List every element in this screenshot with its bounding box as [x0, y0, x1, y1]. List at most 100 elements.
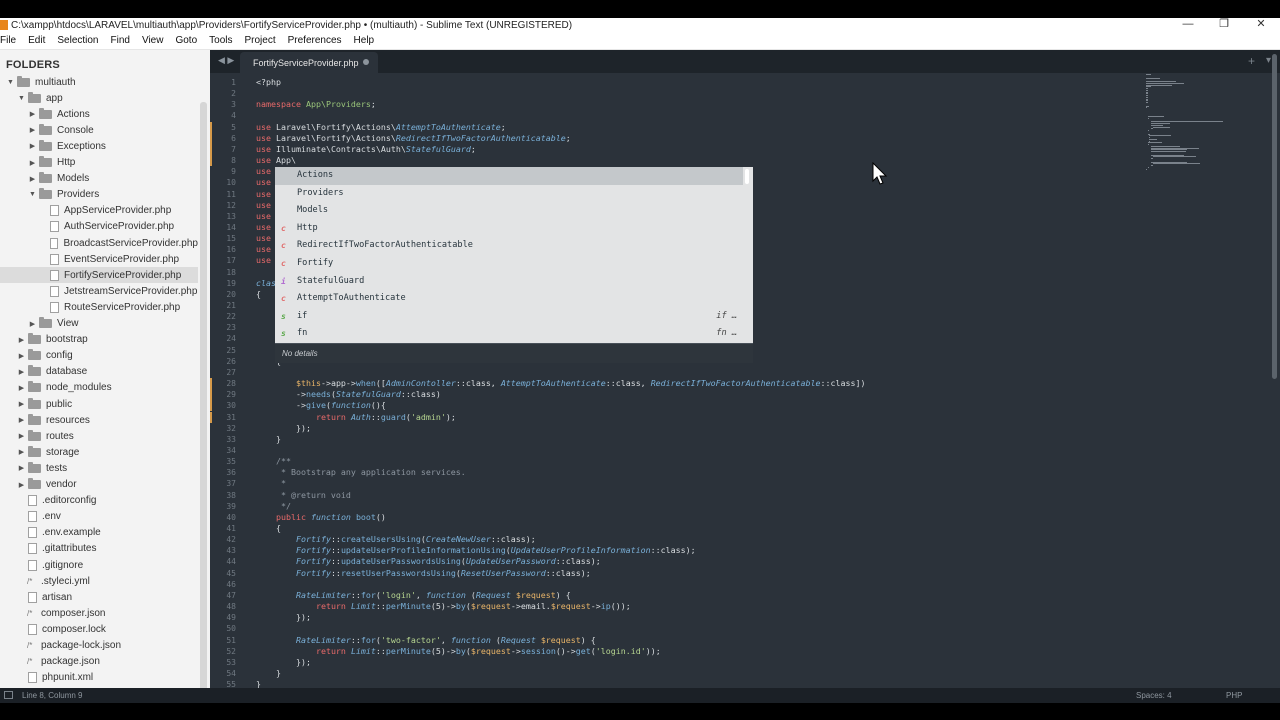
- tab-list-chevron-icon[interactable]: ▾: [1266, 55, 1271, 66]
- code-line[interactable]: }: [256, 679, 261, 688]
- collapsed-arrow-icon[interactable]: ▶: [17, 416, 26, 424]
- code-line[interactable]: public function boot(): [256, 512, 386, 523]
- sidebar-item-phpunit-xml[interactable]: phpunit.xml: [0, 670, 198, 686]
- code-line[interactable]: use App\: [256, 155, 296, 166]
- collapsed-arrow-icon[interactable]: ▶: [17, 448, 26, 456]
- menu-selection[interactable]: Selection: [57, 35, 98, 46]
- sidebar-item-package-lock-json[interactable]: /* package-lock.json: [0, 638, 198, 654]
- code-line[interactable]: use: [256, 222, 271, 233]
- code-line[interactable]: ->give(function(){: [256, 400, 386, 411]
- sidebar-item-appserviceprovider-php[interactable]: AppServiceProvider.php: [0, 203, 198, 219]
- collapsed-arrow-icon[interactable]: ▶: [17, 384, 26, 392]
- sidebar-item-node-modules[interactable]: ▶ node_modules: [0, 380, 198, 396]
- code-line[interactable]: }: [256, 668, 281, 679]
- menu-goto[interactable]: Goto: [175, 35, 197, 46]
- collapsed-arrow-icon[interactable]: ▶: [28, 175, 37, 183]
- code-line[interactable]: });: [256, 657, 311, 668]
- code-line[interactable]: use: [256, 233, 271, 244]
- sidebar-item-view[interactable]: ▶ View: [0, 316, 198, 332]
- code-line[interactable]: Fortify::updateUserPasswordsUsing(Update…: [256, 556, 601, 567]
- sidebar-item-package-json[interactable]: /* package.json: [0, 654, 198, 670]
- code-line[interactable]: <?php: [256, 77, 281, 88]
- code-line[interactable]: return Limit::perMinute(5)->by($request-…: [256, 646, 661, 657]
- code-line[interactable]: /**: [256, 456, 291, 467]
- expanded-arrow-icon[interactable]: ▼: [6, 79, 15, 86]
- code-line[interactable]: use Laravel\Fortify\Actions\RedirectIfTw…: [256, 133, 571, 144]
- close-button[interactable]: ✕: [1243, 18, 1279, 32]
- editor-scrollbar[interactable]: [1272, 54, 1277, 379]
- sidebar-item-styleci-yml[interactable]: /* .styleci.yml: [0, 573, 198, 589]
- sidebar-item-storage[interactable]: ▶ storage: [0, 444, 198, 460]
- code-line[interactable]: RateLimiter::for('login', function (Requ…: [256, 590, 571, 601]
- menu-edit[interactable]: Edit: [28, 35, 45, 46]
- indentation-setting[interactable]: Spaces: 4: [1136, 691, 1172, 700]
- collapsed-arrow-icon[interactable]: ▶: [17, 352, 26, 360]
- sidebar-item-routeserviceprovider-php[interactable]: RouteServiceProvider.php: [0, 299, 198, 315]
- sidebar-scrollbar[interactable]: [200, 102, 207, 688]
- sidebar-item-composer-lock[interactable]: composer.lock: [0, 621, 198, 637]
- code-line[interactable]: use: [256, 211, 271, 222]
- code-line[interactable]: return Auth::guard('admin');: [256, 412, 456, 423]
- menu-project[interactable]: Project: [245, 35, 276, 46]
- collapsed-arrow-icon[interactable]: ▶: [28, 126, 37, 134]
- minimize-button[interactable]: —: [1170, 18, 1206, 32]
- code-line[interactable]: Fortify::updateUserProfileInformationUsi…: [256, 545, 696, 556]
- syntax-selector[interactable]: PHP: [1226, 691, 1242, 700]
- code-line[interactable]: use Illuminate\Contracts\Auth\StatefulGu…: [256, 144, 476, 155]
- sidebar-item-public[interactable]: ▶ public: [0, 396, 198, 412]
- cursor-position[interactable]: Line 8, Column 9: [22, 691, 82, 700]
- code-line[interactable]: use: [256, 189, 271, 200]
- code-line[interactable]: }: [256, 434, 281, 445]
- collapsed-arrow-icon[interactable]: ▶: [28, 320, 37, 328]
- sidebar-item-vendor[interactable]: ▶ vendor: [0, 477, 198, 493]
- collapsed-arrow-icon[interactable]: ▶: [28, 159, 37, 167]
- minimap[interactable]: [1146, 74, 1256, 174]
- sidebar-item-gitignore[interactable]: .gitignore: [0, 557, 198, 573]
- sidebar-item-eventserviceprovider-php[interactable]: EventServiceProvider.php: [0, 251, 198, 267]
- sidebar-item-jetstreamserviceprovider-php[interactable]: JetstreamServiceProvider.php: [0, 283, 198, 299]
- code-line[interactable]: use: [256, 166, 271, 177]
- sidebar-item-database[interactable]: ▶ database: [0, 364, 198, 380]
- sidebar-item-authserviceprovider-php[interactable]: AuthServiceProvider.php: [0, 219, 198, 235]
- sidebar-item-http[interactable]: ▶ Http: [0, 155, 198, 171]
- autocomplete-item[interactable]: i StatefulGuard: [275, 273, 743, 291]
- unsaved-dot-icon[interactable]: [363, 59, 369, 65]
- autocomplete-item[interactable]: s if if …: [275, 308, 743, 326]
- new-tab-plus-icon[interactable]: +: [1248, 54, 1255, 68]
- sidebar-item-models[interactable]: ▶ Models: [0, 171, 198, 187]
- code-line[interactable]: {: [256, 289, 261, 300]
- autocomplete-item[interactable]: Actions: [275, 167, 743, 185]
- code-line[interactable]: {: [256, 523, 281, 534]
- sidebar-item-gitattributes[interactable]: .gitattributes: [0, 541, 198, 557]
- sidebar-item-routes[interactable]: ▶ routes: [0, 428, 198, 444]
- code-line[interactable]: */: [256, 501, 291, 512]
- sidebar-item-console[interactable]: ▶ Console: [0, 122, 198, 138]
- code-line[interactable]: use: [256, 255, 271, 266]
- menu-preferences[interactable]: Preferences: [288, 35, 342, 46]
- tab-nav-arrows[interactable]: ◀ ▶: [218, 55, 234, 66]
- sidebar-item-composer-json[interactable]: /* composer.json: [0, 605, 198, 621]
- sidebar-item-fortifyserviceprovider-php[interactable]: FortifyServiceProvider.php: [0, 267, 198, 284]
- menu-help[interactable]: Help: [354, 35, 375, 46]
- code-line[interactable]: namespace App\Providers;: [256, 99, 376, 110]
- sidebar-item-resources[interactable]: ▶ resources: [0, 412, 198, 428]
- code-line[interactable]: use Laravel\Fortify\Actions\AttemptToAut…: [256, 122, 506, 133]
- expanded-arrow-icon[interactable]: ▼: [28, 191, 37, 198]
- autocomplete-item[interactable]: Providers: [275, 185, 743, 203]
- code-line[interactable]: ->needs(StatefulGuard::class): [256, 389, 441, 400]
- tab-fortify-service-provider[interactable]: FortifyServiceProvider.php: [240, 52, 378, 73]
- sidebar-item-providers[interactable]: ▼ Providers: [0, 187, 198, 203]
- autocomplete-item[interactable]: Models: [275, 202, 743, 220]
- code-line[interactable]: * Bootstrap any application services.: [256, 467, 466, 478]
- sidebar-item-env-example[interactable]: .env.example: [0, 525, 198, 541]
- autocomplete-item[interactable]: c RedirectIfTwoFactorAuthenticatable: [275, 237, 743, 255]
- code-line[interactable]: });: [256, 612, 311, 623]
- collapsed-arrow-icon[interactable]: ▶: [17, 336, 26, 344]
- autocomplete-item[interactable]: c Http: [275, 220, 743, 238]
- sidebar-item-tests[interactable]: ▶ tests: [0, 460, 198, 476]
- sidebar-item-editorconfig[interactable]: .editorconfig: [0, 493, 198, 509]
- menu-find[interactable]: Find: [111, 35, 130, 46]
- menu-file[interactable]: File: [0, 35, 16, 46]
- menu-view[interactable]: View: [142, 35, 164, 46]
- panel-toggle-icon[interactable]: [4, 691, 13, 699]
